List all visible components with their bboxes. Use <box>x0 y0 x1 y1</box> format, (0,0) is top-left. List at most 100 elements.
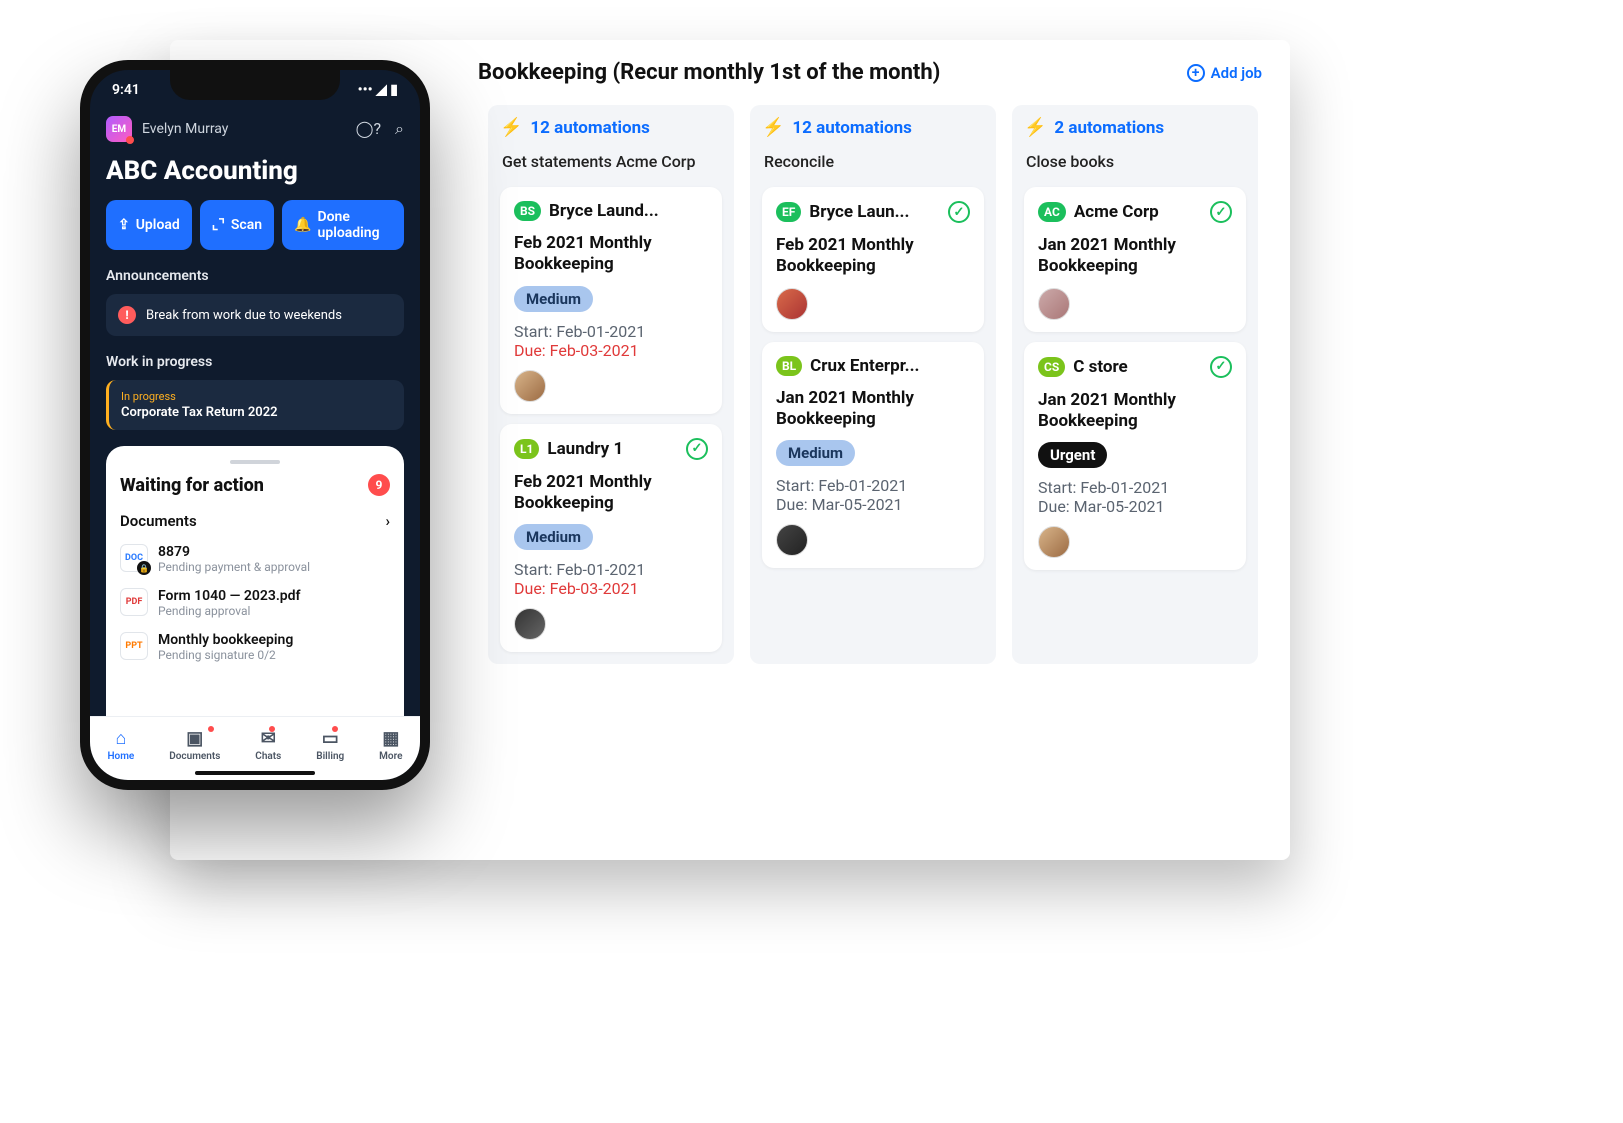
client-name: Laundry 1 <box>547 439 623 459</box>
home-icon: ⌂ <box>115 728 126 749</box>
check-icon: ✓ <box>1210 201 1232 223</box>
wip-label: Work in progress <box>106 354 404 370</box>
tab-billing[interactable]: ▭Billing <box>316 728 344 762</box>
tab-home[interactable]: ⌂Home <box>107 728 134 762</box>
wip-status: In progress <box>121 390 392 403</box>
card-title: Jan 2021 Monthly Bookkeeping <box>1038 390 1232 433</box>
phone-mockup: 9:41 ••• ◢ ▮ EM Evelyn Murray ◯? ⌕ ABC A… <box>80 60 430 790</box>
file-icon: PPT <box>120 632 148 660</box>
assignee-avatar <box>514 608 546 640</box>
document-item[interactable]: PPT Monthly bookkeeping Pending signatur… <box>120 632 390 662</box>
client-initials: L1 <box>514 439 539 459</box>
start-date: Start: Feb-01-2021 <box>514 322 708 341</box>
job-card[interactable]: L1 Laundry 1 ✓Feb 2021 Monthly Bookkeepi… <box>500 424 722 653</box>
document-item[interactable]: DOC🔒 8879 Pending payment & approval <box>120 544 390 574</box>
folder-icon: ▣ <box>186 728 203 749</box>
wip-card[interactable]: In progress Corporate Tax Return 2022 <box>106 380 404 430</box>
automations-count: 12 automations <box>530 118 649 138</box>
scan-icon: ⌞⌝ <box>212 217 225 233</box>
announcement-banner[interactable]: ! Break from work due to weekends <box>106 294 404 336</box>
assignee-avatar <box>514 370 546 402</box>
file-icon: DOC🔒 <box>120 544 148 572</box>
user-avatar: EM <box>106 116 132 142</box>
client-name: Bryce Laun... <box>809 202 909 222</box>
job-card[interactable]: BL Crux Enterpr... Jan 2021 Monthly Book… <box>762 342 984 569</box>
plus-icon: + <box>1187 64 1205 82</box>
assignee-avatar <box>776 288 808 320</box>
start-date: Start: Feb-01-2021 <box>776 476 970 495</box>
column-name: Get statements Acme Corp <box>500 148 722 177</box>
upload-button[interactable]: ⇪Upload <box>106 200 192 250</box>
documents-header[interactable]: Documents › <box>120 512 390 530</box>
client-name: Acme Corp <box>1074 202 1159 222</box>
client-initials: AC <box>1038 202 1066 222</box>
client-name: Bryce Laund... <box>549 201 659 221</box>
priority-badge: Medium <box>514 524 593 550</box>
priority-badge: Medium <box>776 440 855 466</box>
bell-icon: 🔔 <box>294 217 311 233</box>
client-name: Crux Enterpr... <box>810 356 919 376</box>
assignee-avatar <box>776 524 808 556</box>
bolt-icon: ⚡ <box>500 117 522 138</box>
app-title: ABC Accounting <box>106 156 404 186</box>
due-date: Due: Feb-03-2021 <box>514 579 708 598</box>
add-job-label: Add job <box>1211 64 1262 82</box>
job-card[interactable]: EF Bryce Laun... ✓Feb 2021 Monthly Bookk… <box>762 187 984 332</box>
card-title: Feb 2021 Monthly Bookkeeping <box>776 235 970 278</box>
sheet-handle[interactable] <box>230 460 280 464</box>
automations-link[interactable]: ⚡ 2 automations <box>1024 117 1246 138</box>
lock-icon: 🔒 <box>137 561 151 575</box>
board-title: Bookkeeping (Recur monthly 1st of the mo… <box>478 60 940 85</box>
announcements-label: Announcements <box>106 268 404 284</box>
automations-link[interactable]: ⚡ 12 automations <box>500 117 722 138</box>
priority-badge: Medium <box>514 286 593 312</box>
job-card[interactable]: BS Bryce Laund... Feb 2021 Monthly Bookk… <box>500 187 722 414</box>
column: ⚡ 2 automations Close books AC Acme Corp… <box>1012 105 1258 664</box>
board-header: Bookkeeping (Recur monthly 1st of the mo… <box>478 60 1262 85</box>
phone-notch <box>170 70 340 100</box>
done-uploading-button[interactable]: 🔔Done uploading <box>282 200 404 250</box>
tab-more[interactable]: ▦More <box>379 728 402 762</box>
due-date: Due: Mar-05-2021 <box>776 495 970 514</box>
wip-title: Corporate Tax Return 2022 <box>121 405 392 420</box>
check-icon: ✓ <box>686 438 708 460</box>
document-status: Pending payment & approval <box>158 560 310 574</box>
search-icon[interactable]: ⌕ <box>395 119 404 139</box>
start-date: Start: Feb-01-2021 <box>514 560 708 579</box>
card-title: Jan 2021 Monthly Bookkeeping <box>1038 235 1232 278</box>
waiting-title: Waiting for action <box>120 475 264 496</box>
user-row[interactable]: EM Evelyn Murray ◯? ⌕ <box>106 116 404 142</box>
tab-documents[interactable]: ▣Documents <box>169 728 220 762</box>
document-status: Pending approval <box>158 604 301 618</box>
status-time: 9:41 <box>112 82 140 98</box>
scan-button[interactable]: ⌞⌝Scan <box>200 200 274 250</box>
tab-chats[interactable]: ✉Chats <box>255 728 281 762</box>
card-title: Jan 2021 Monthly Bookkeeping <box>776 388 970 431</box>
automations-count: 2 automations <box>1054 118 1164 138</box>
card-meta: Start: Feb-01-2021 Due: Mar-05-2021 <box>1038 478 1232 516</box>
announcement-text: Break from work due to weekends <box>146 308 342 323</box>
waiting-count-badge: 9 <box>368 474 390 496</box>
client-initials: CS <box>1038 357 1065 377</box>
client-initials: BS <box>514 201 541 221</box>
bolt-icon: ⚡ <box>762 117 784 138</box>
card-meta: Start: Feb-01-2021 Due: Mar-05-2021 <box>776 476 970 514</box>
document-name: Form 1040 — 2023.pdf <box>158 588 301 604</box>
job-card[interactable]: AC Acme Corp ✓ Jan 2021 Monthly Bookkeepi… <box>1024 187 1246 332</box>
file-icon: PDF <box>120 588 148 616</box>
document-item[interactable]: PDF Form 1040 — 2023.pdf Pending approva… <box>120 588 390 618</box>
column: ⚡ 12 automations Reconcile EF Bryce Laun… <box>750 105 996 664</box>
column-name: Reconcile <box>762 148 984 177</box>
document-status: Pending signature 0/2 <box>158 648 293 662</box>
due-date: Due: Mar-05-2021 <box>1038 497 1232 516</box>
add-job-button[interactable]: + Add job <box>1187 64 1262 82</box>
check-icon: ✓ <box>948 201 970 223</box>
columns: ⚡ 12 automations Get statements Acme Cor… <box>488 105 1262 664</box>
help-icon[interactable]: ◯? <box>356 119 381 139</box>
job-card[interactable]: CS C store ✓Jan 2021 Monthly Bookkeeping… <box>1024 342 1246 571</box>
automations-link[interactable]: ⚡ 12 automations <box>762 117 984 138</box>
home-indicator <box>195 771 315 775</box>
status-indicators: ••• ◢ ▮ <box>358 82 398 98</box>
start-date: Start: Feb-01-2021 <box>1038 478 1232 497</box>
card-meta: Start: Feb-01-2021 Due: Feb-03-2021 <box>514 322 708 360</box>
